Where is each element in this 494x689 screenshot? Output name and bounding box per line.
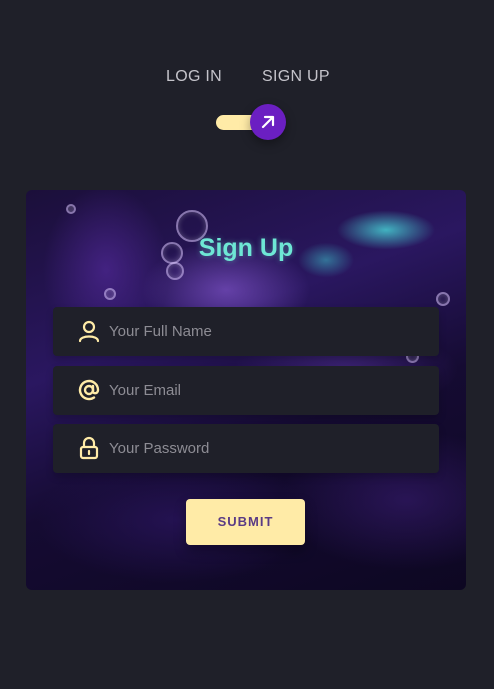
login-tab[interactable]: LOG IN [166,68,222,86]
password-field[interactable] [53,424,439,473]
at-icon [78,379,100,401]
full-name-field[interactable] [53,307,439,356]
signup-card: Sign Up SUBMIT [26,190,466,590]
submit-button[interactable]: SUBMIT [186,499,305,545]
signup-tab[interactable]: SIGN UP [262,68,330,86]
decorative-bubble [104,288,116,300]
lock-icon [79,436,99,460]
mode-switch-labels: LOG IN SIGN UP [0,68,494,90]
email-input[interactable] [109,366,429,415]
login-signup-toggle[interactable] [216,104,286,140]
email-field[interactable] [53,366,439,415]
toggle-knob[interactable] [250,104,286,140]
decorative-bubble [436,292,450,306]
form-title: Sign Up [198,234,294,262]
decorative-bubble [66,204,76,214]
page: LOG IN SIGN UP Sign Up Your Full Name Yo… [0,0,494,689]
arrow-up-right-icon [261,115,275,129]
decorative-bubble [166,262,184,280]
user-icon [78,320,100,343]
full-name-input[interactable] [109,307,429,356]
password-input[interactable] [109,424,429,473]
